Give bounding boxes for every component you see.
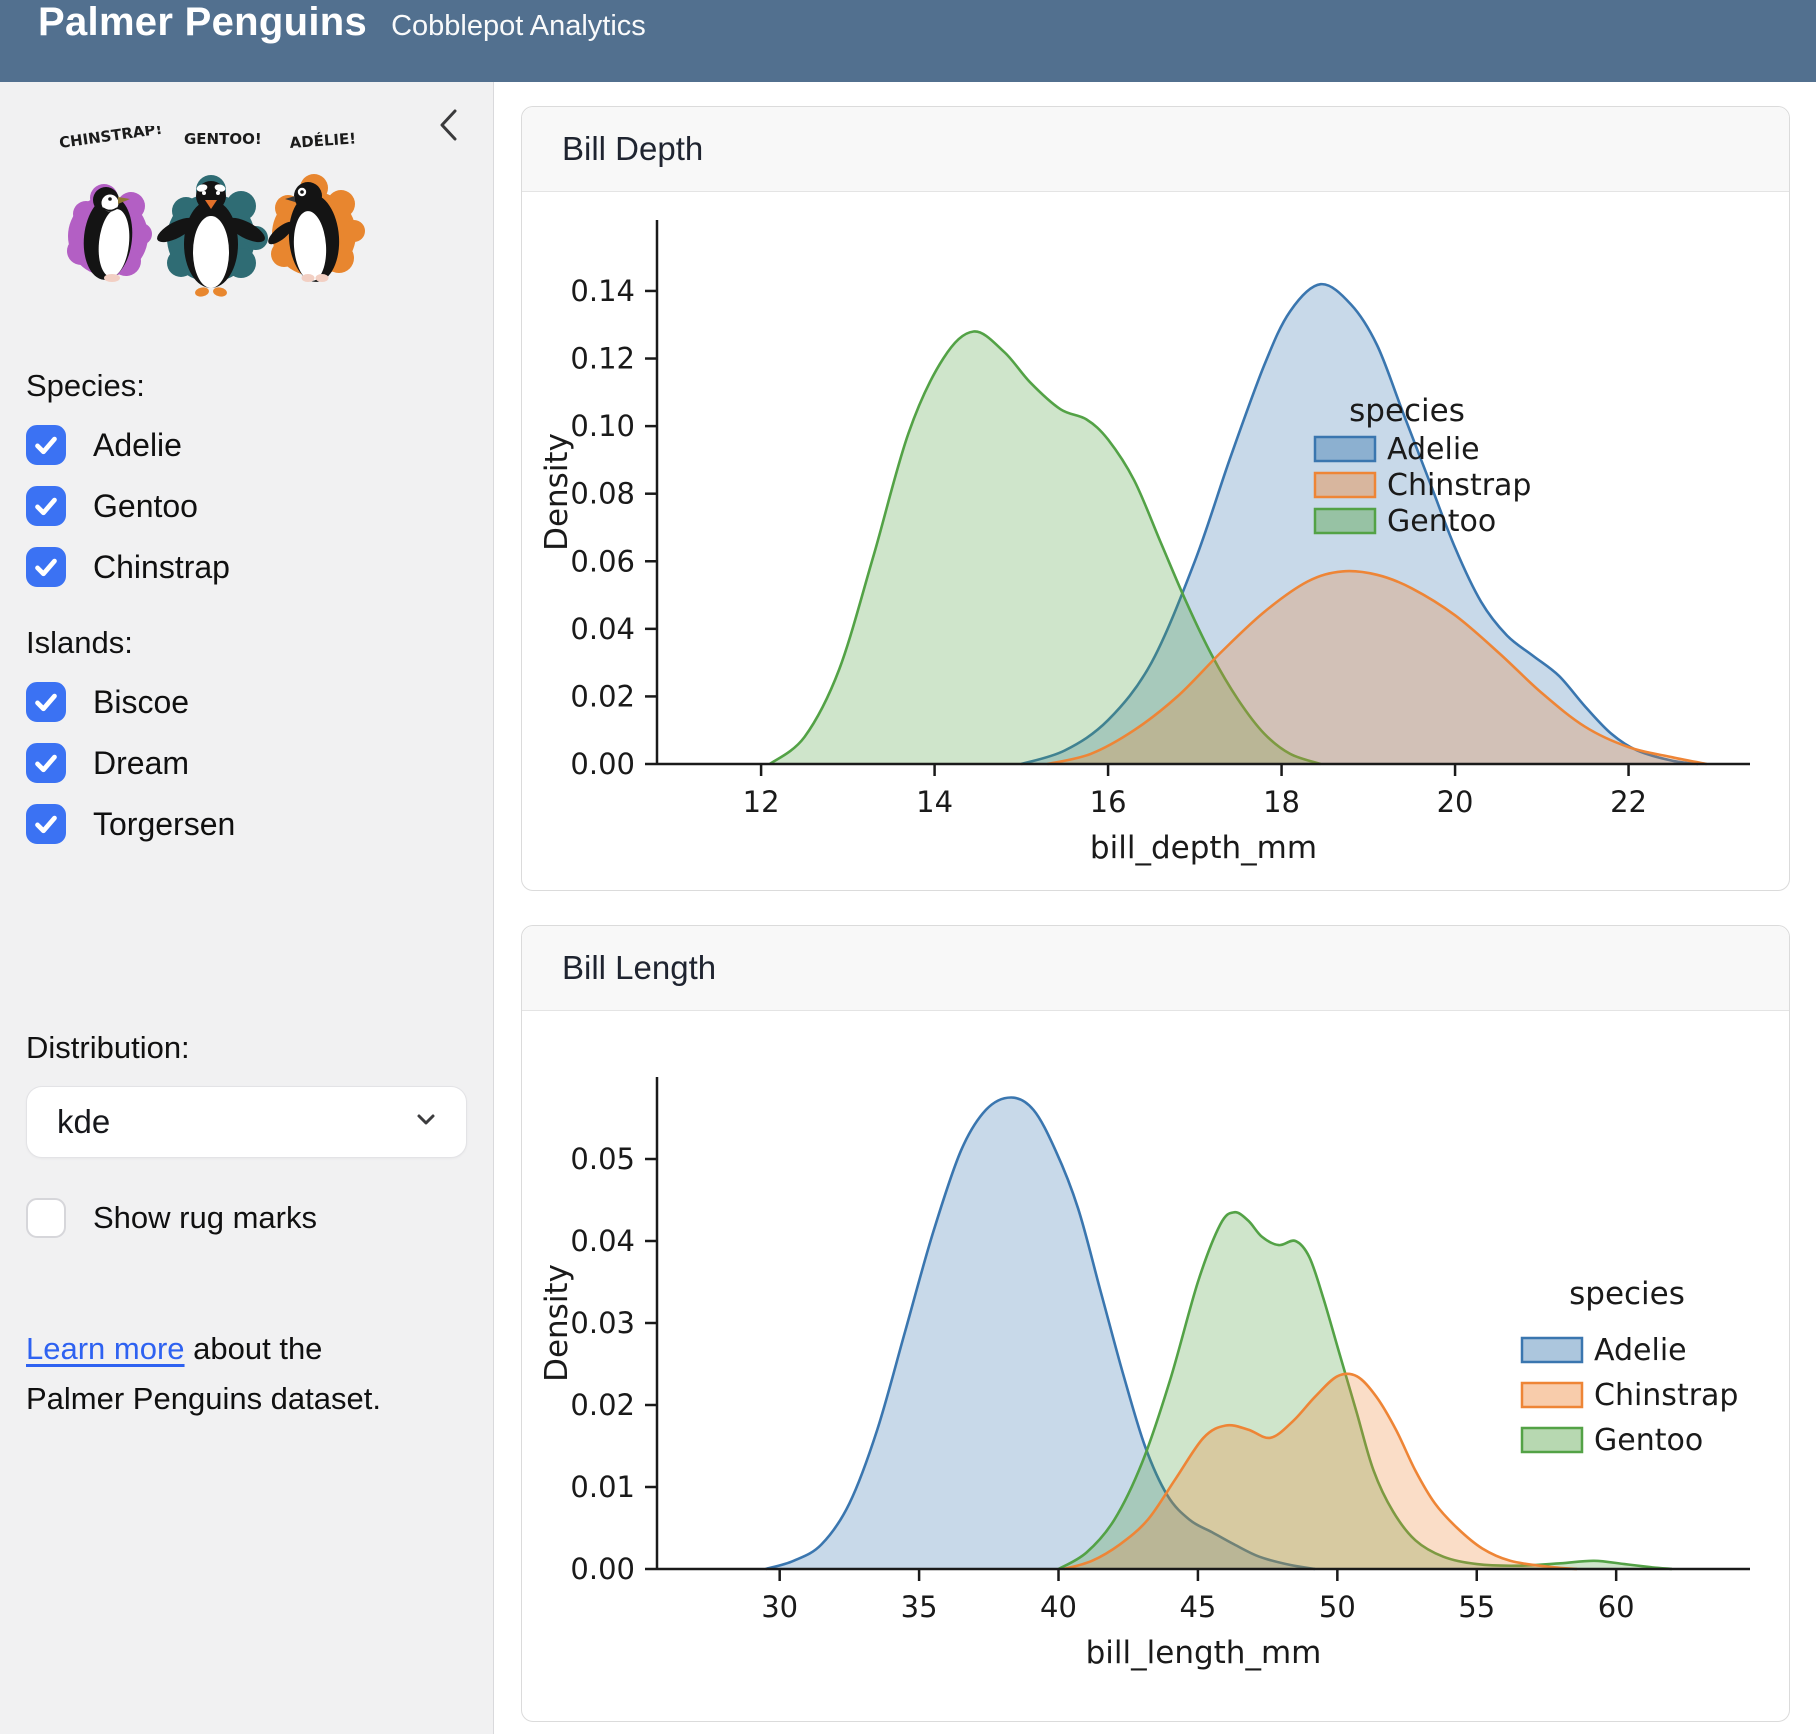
- svg-text:0.03: 0.03: [570, 1306, 635, 1340]
- species-group-label: Species:: [26, 368, 493, 404]
- svg-text:40: 40: [1040, 1590, 1077, 1624]
- check-icon: [29, 489, 63, 523]
- svg-text:30: 30: [761, 1590, 798, 1624]
- svg-text:Chinstrap: Chinstrap: [1594, 1378, 1738, 1413]
- islands-group-label: Islands:: [26, 625, 493, 661]
- svg-text:60: 60: [1598, 1590, 1635, 1624]
- checkbox-row-biscoe[interactable]: Biscoe: [26, 682, 493, 722]
- gentoo-label: GENTOO!: [184, 130, 262, 148]
- checkbox-row-gentoo[interactable]: Gentoo: [26, 486, 493, 526]
- svg-text:Chinstrap: Chinstrap: [1387, 468, 1531, 503]
- check-icon: [29, 550, 63, 584]
- svg-text:0.04: 0.04: [570, 612, 635, 646]
- app-title: Palmer Penguins: [38, 0, 367, 45]
- svg-text:Gentoo: Gentoo: [1594, 1423, 1703, 1458]
- app-header: Palmer Penguins Cobblepot Analytics: [0, 0, 1816, 82]
- chinstrap-label: CHINSTRAP!: [58, 126, 163, 152]
- svg-text:35: 35: [901, 1590, 938, 1624]
- svg-text:0.12: 0.12: [570, 342, 635, 376]
- checkbox-label: Show rug marks: [93, 1200, 317, 1236]
- checkbox-torgersen[interactable]: [26, 804, 66, 844]
- bill-depth-chart: 12 14 16 18 20 22 0.00 0.02 0.04 0.06 0.08 0.10 0.12…: [522, 192, 1790, 890]
- adelie-label: ADÉLIE!: [289, 128, 357, 152]
- chevron-left-icon: [435, 133, 463, 148]
- svg-text:20: 20: [1437, 785, 1474, 819]
- svg-text:species: species: [1569, 1276, 1685, 1312]
- svg-text:0.05: 0.05: [570, 1142, 635, 1176]
- checkbox-biscoe[interactable]: [26, 682, 66, 722]
- svg-text:55: 55: [1458, 1590, 1495, 1624]
- svg-text:bill_depth_mm: bill_depth_mm: [1090, 830, 1317, 866]
- svg-text:species: species: [1349, 393, 1465, 429]
- svg-text:14: 14: [916, 785, 953, 819]
- svg-text:16: 16: [1090, 785, 1127, 819]
- check-icon: [29, 807, 63, 841]
- checkbox-label: Dream: [93, 745, 189, 782]
- sidebar-collapse-button[interactable]: [431, 104, 467, 148]
- svg-text:0.00: 0.00: [570, 747, 635, 781]
- svg-text:45: 45: [1179, 1590, 1216, 1624]
- svg-text:0.14: 0.14: [570, 274, 635, 308]
- checkbox-rug-marks[interactable]: [26, 1198, 66, 1238]
- checkbox-label: Chinstrap: [93, 549, 230, 586]
- checkbox-gentoo[interactable]: [26, 486, 66, 526]
- checkbox-dream[interactable]: [26, 743, 66, 783]
- svg-text:0.02: 0.02: [570, 1388, 635, 1422]
- svg-text:22: 22: [1610, 785, 1647, 819]
- checkbox-row-adelie[interactable]: Adelie: [26, 425, 493, 465]
- checkbox-adelie[interactable]: [26, 425, 66, 465]
- chevron-down-icon: [412, 1103, 440, 1141]
- species-checkbox-group: Adelie Gentoo Chinstrap: [26, 425, 493, 587]
- app-subtitle: Cobblepot Analytics: [391, 10, 646, 43]
- svg-text:18: 18: [1263, 785, 1300, 819]
- svg-text:bill_length_mm: bill_length_mm: [1086, 1635, 1322, 1671]
- penguins-illustration: CHINSTRAP! GENTOO! ADÉLIE!: [46, 126, 376, 318]
- svg-text:Adelie: Adelie: [1387, 432, 1480, 467]
- svg-text:Density: Density: [539, 433, 575, 551]
- checkbox-label: Gentoo: [93, 488, 198, 525]
- check-icon: [29, 685, 63, 719]
- main-content: Bill Depth 12 14 16 18 20 22 0.00 0.02 0.04 0.06 0…: [495, 82, 1816, 1734]
- svg-text:Gentoo: Gentoo: [1387, 504, 1496, 539]
- distribution-select[interactable]: kde: [26, 1086, 467, 1158]
- distribution-selected-value: kde: [57, 1103, 110, 1141]
- check-icon: [29, 746, 63, 780]
- bill-length-card: Bill Length 30 35 40 45 50 55 60 0.00 0.01 0.02 0.…: [521, 925, 1790, 1722]
- dataset-footnote: Learn more about the Palmer Penguins dat…: [26, 1324, 406, 1423]
- distribution-label: Distribution:: [26, 1030, 493, 1066]
- bill-length-chart: 30 35 40 45 50 55 60 0.00 0.01 0.02 0.03 0.04 0.05 bi…: [522, 1011, 1790, 1721]
- svg-text:0.10: 0.10: [570, 409, 635, 443]
- rug-marks-row[interactable]: Show rug marks: [26, 1198, 493, 1238]
- svg-text:0.08: 0.08: [570, 477, 635, 511]
- svg-text:0.06: 0.06: [570, 544, 635, 578]
- checkbox-row-chinstrap[interactable]: Chinstrap: [26, 547, 493, 587]
- checkbox-label: Adelie: [93, 427, 182, 464]
- learn-more-link[interactable]: Learn more: [26, 1331, 185, 1366]
- svg-text:50: 50: [1319, 1590, 1356, 1624]
- checkbox-row-dream[interactable]: Dream: [26, 743, 493, 783]
- svg-text:0.01: 0.01: [570, 1470, 635, 1504]
- checkbox-label: Torgersen: [93, 806, 235, 843]
- svg-text:Adelie: Adelie: [1594, 1333, 1687, 1368]
- svg-text:0.02: 0.02: [570, 679, 635, 713]
- svg-text:12: 12: [743, 785, 780, 819]
- checkbox-chinstrap[interactable]: [26, 547, 66, 587]
- svg-text:0.04: 0.04: [570, 1224, 635, 1258]
- check-icon: [29, 428, 63, 462]
- svg-text:0.00: 0.00: [570, 1552, 635, 1586]
- sidebar: CHINSTRAP! GENTOO! ADÉLIE! Species: Adel…: [0, 82, 494, 1734]
- checkbox-label: Biscoe: [93, 684, 189, 721]
- bill-depth-card: Bill Depth 12 14 16 18 20 22 0.00 0.02 0.04 0.06 0…: [521, 106, 1790, 891]
- checkbox-row-torgersen[interactable]: Torgersen: [26, 804, 493, 844]
- islands-checkbox-group: Biscoe Dream Torgersen: [26, 682, 493, 844]
- bill-depth-card-title: Bill Depth: [522, 107, 1789, 192]
- svg-text:Density: Density: [539, 1264, 575, 1382]
- bill-length-card-title: Bill Length: [522, 926, 1789, 1011]
